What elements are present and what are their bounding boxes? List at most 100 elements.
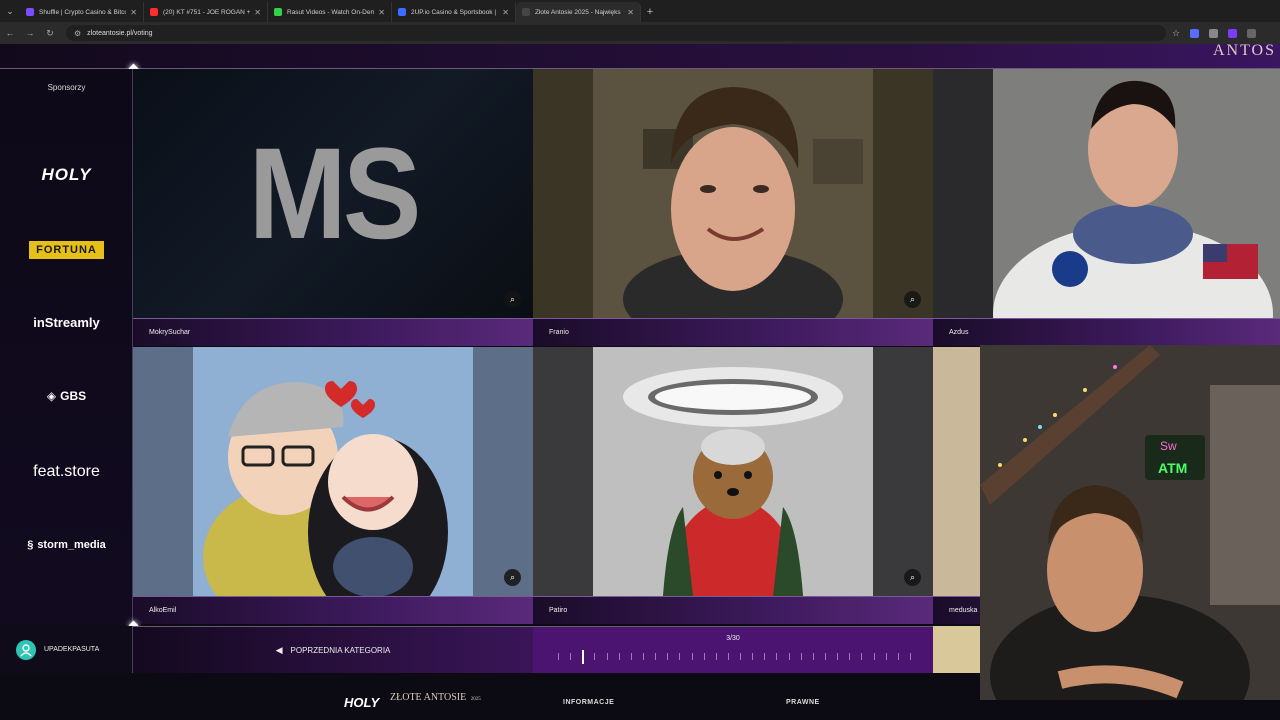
back-arrow-icon[interactable]: ← xyxy=(0,28,20,38)
zoom-icon[interactable]: ⌕ xyxy=(904,569,921,586)
reload-icon[interactable]: ↻ xyxy=(40,28,60,39)
progress-tick[interactable] xyxy=(594,653,595,660)
site-logo[interactable]: ANTOS xyxy=(1213,42,1276,60)
progress-tick[interactable] xyxy=(740,653,741,660)
progress-tick[interactable] xyxy=(813,653,814,660)
tab-close-icon[interactable]: ✕ xyxy=(378,8,385,17)
progress-tick[interactable] xyxy=(825,653,826,660)
nominee-caption: Franio xyxy=(533,318,933,346)
nominee-card[interactable]: ⌕ Franio xyxy=(533,69,933,346)
sponsor-gbs-logo[interactable]: ◈ GBS xyxy=(0,389,133,403)
sidebar-title: Sponsorzy xyxy=(47,83,86,92)
tab-search-icon[interactable]: ⌄ xyxy=(0,0,20,22)
progress-tick[interactable] xyxy=(619,653,620,660)
sponsor-featstore-logo[interactable]: feat.store xyxy=(0,463,133,481)
tab-close-icon[interactable]: ✕ xyxy=(130,8,137,17)
progress-tick[interactable] xyxy=(910,653,911,660)
footer-heading-informacje: INFORMACJE xyxy=(563,699,615,706)
progress-tick[interactable] xyxy=(667,653,668,660)
zoom-icon[interactable]: ⌕ xyxy=(904,291,921,308)
user-profile[interactable]: UPADEKPASUTA xyxy=(0,626,133,673)
progress-counter: 3/30 xyxy=(726,635,740,642)
browser-tab[interactable]: Shuffle | Crypto Casino & Bitcoin ✕ xyxy=(20,2,144,22)
progress-tick[interactable] xyxy=(874,653,875,660)
extensions-puzzle-icon[interactable] xyxy=(1247,28,1257,38)
tab-favicon-icon xyxy=(522,8,530,16)
browser-tab-active[interactable]: Złote Antosie 2025 - Najwięks ✕ xyxy=(516,2,641,22)
progress-tick[interactable] xyxy=(801,653,802,660)
nominee-name: MokrySuchar xyxy=(149,329,191,336)
zoom-icon[interactable]: ⌕ xyxy=(504,569,521,586)
arrow-left-icon: ◀ xyxy=(275,644,283,655)
tab-title: Złote Antosie 2025 - Najwięks xyxy=(535,8,621,16)
progress-tick[interactable] xyxy=(570,653,571,660)
tab-close-icon[interactable]: ✕ xyxy=(502,8,509,17)
next-category-button[interactable] xyxy=(933,626,980,673)
sponsor-stormmedia-logo[interactable]: § storm_media xyxy=(0,539,133,551)
footer-antosie-logo[interactable]: ZŁOTE ANTOSIE 2025 xyxy=(390,693,481,704)
site-settings-icon[interactable]: ⚙ xyxy=(74,29,81,38)
sponsor-instreamly-logo[interactable]: inStreamly xyxy=(0,315,133,330)
nominee-card[interactable]: Azdus xyxy=(933,69,1280,346)
progress-tick[interactable] xyxy=(679,653,680,660)
progress-tick[interactable] xyxy=(849,653,850,660)
forward-arrow-icon[interactable]: → xyxy=(20,28,40,38)
progress-tick[interactable] xyxy=(558,653,559,660)
progress-tick[interactable] xyxy=(764,653,765,660)
progress-tick[interactable] xyxy=(716,653,717,660)
progress-tick[interactable] xyxy=(655,653,656,660)
nominee-image xyxy=(133,347,533,625)
progress-tick[interactable] xyxy=(886,653,887,660)
extension-icon[interactable] xyxy=(1209,28,1219,38)
browser-tab[interactable]: (20) KT #751 - JOE ROGAN + Ni ✕ xyxy=(144,2,268,22)
progress-tick[interactable] xyxy=(643,653,644,660)
gbs-diamond-icon: ◈ xyxy=(46,389,57,403)
browser-tab[interactable]: 2UP.io Casino & Sportsbook | Bit ✕ xyxy=(392,2,516,22)
tab-close-icon[interactable]: ✕ xyxy=(254,8,261,17)
nominee-image: MS xyxy=(133,69,533,318)
nominee-image xyxy=(533,347,933,596)
footer-holy-logo[interactable]: HOLY xyxy=(344,695,379,710)
progress-tick[interactable] xyxy=(837,653,838,660)
footer-heading-prawne: PRAWNE xyxy=(786,699,820,706)
storm-s-icon: § xyxy=(27,539,34,551)
extension-icon[interactable] xyxy=(1228,28,1238,38)
tab-favicon-icon xyxy=(274,8,282,16)
previous-category-button[interactable]: ◀ POPRZEDNIA KATEGORIA xyxy=(133,626,533,673)
nominee-card[interactable]: ⌕ AlkoEmil xyxy=(133,347,533,625)
tab-favicon-icon xyxy=(398,8,406,16)
nominee-card[interactable]: ⌕ Patiro xyxy=(533,347,933,625)
sponsor-holy-logo[interactable]: HOLY xyxy=(0,165,133,185)
sponsor-fortuna-logo[interactable]: FORTUNA xyxy=(0,241,133,259)
zoom-icon[interactable]: ⌕ xyxy=(504,291,521,308)
progress-tick[interactable] xyxy=(692,653,693,660)
browser-tab[interactable]: Rasut Videos - Watch On-Demand ✕ xyxy=(268,2,392,22)
progress-tick[interactable] xyxy=(776,653,777,660)
progress-tick[interactable] xyxy=(861,653,862,660)
sponsor-name: HOLY xyxy=(41,165,92,184)
progress-tick[interactable] xyxy=(752,653,753,660)
webcam-overlay: Sw ATM xyxy=(980,345,1280,700)
new-tab-plus-icon[interactable]: + xyxy=(641,2,659,22)
address-bar[interactable]: ⚙ zloteantosie.pl/voting xyxy=(66,25,1166,41)
browser-tab-strip: ⌄ Shuffle | Crypto Casino & Bitcoin ✕ (2… xyxy=(0,0,1280,22)
nominee-photo xyxy=(593,347,873,596)
progress-tick[interactable] xyxy=(898,653,899,660)
progress-tick[interactable] xyxy=(631,653,632,660)
nominee-card[interactable]: MS ⌕ MokrySuchar xyxy=(133,69,533,346)
nominee-name: Franio xyxy=(549,329,569,336)
footer-logo-text: ZŁOTE ANTOSIE xyxy=(390,692,467,703)
url-text: zloteantosie.pl/voting xyxy=(87,29,153,37)
progress-tick[interactable] xyxy=(789,653,790,660)
extension-icon[interactable] xyxy=(1190,28,1200,38)
bookmark-star-icon[interactable]: ☆ xyxy=(1172,28,1180,39)
progress-ticks[interactable] xyxy=(558,650,911,664)
progress-tick[interactable] xyxy=(728,653,729,660)
progress-tick[interactable] xyxy=(704,653,705,660)
tab-close-icon[interactable]: ✕ xyxy=(627,8,634,17)
progress-tick-current[interactable] xyxy=(582,650,584,664)
nominee-photo xyxy=(593,69,873,346)
nominee-image xyxy=(933,69,1280,346)
progress-tick[interactable] xyxy=(607,653,608,660)
footer-logo-year: 2025 xyxy=(470,697,481,702)
